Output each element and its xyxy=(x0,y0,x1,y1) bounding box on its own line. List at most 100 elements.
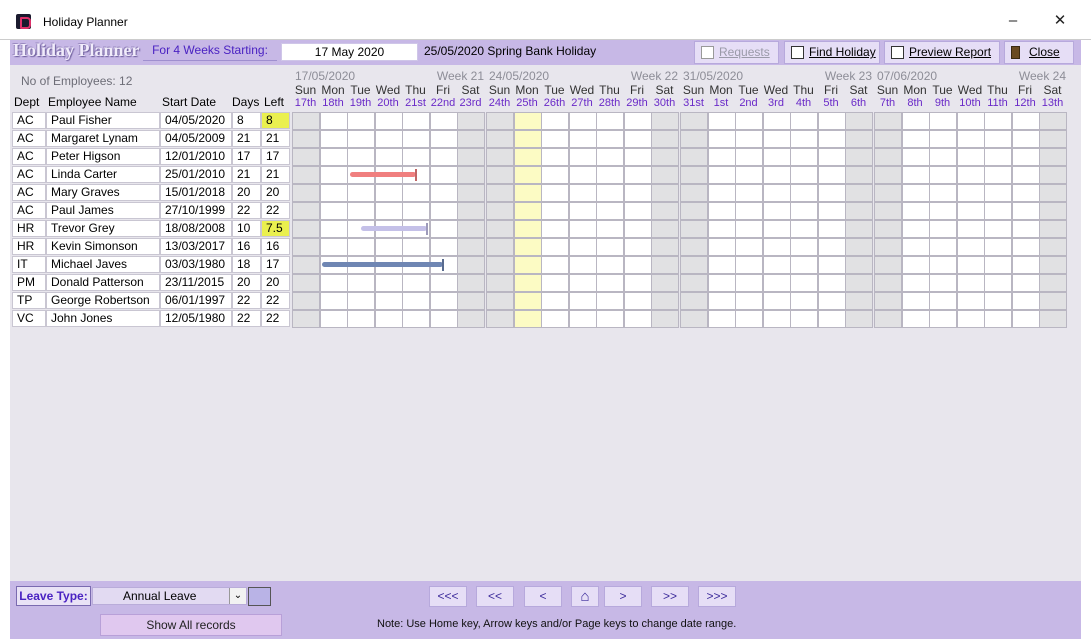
day-cell[interactable] xyxy=(374,202,403,220)
day-cell[interactable] xyxy=(1039,292,1067,310)
day-cell[interactable] xyxy=(596,238,624,256)
day-cell[interactable] xyxy=(929,274,957,292)
day-cell[interactable] xyxy=(457,130,485,148)
show-all-records-button[interactable]: Show All records xyxy=(100,614,282,636)
day-cell[interactable] xyxy=(984,130,1012,148)
day-cell[interactable] xyxy=(874,256,902,274)
day-cell[interactable] xyxy=(1011,274,1040,292)
day-cell[interactable] xyxy=(845,256,873,274)
day-cell[interactable] xyxy=(845,238,873,256)
day-cell[interactable] xyxy=(596,220,624,238)
day-cell[interactable] xyxy=(790,256,818,274)
day-cell[interactable] xyxy=(845,274,873,292)
day-cell[interactable] xyxy=(347,274,375,292)
day-cell[interactable] xyxy=(1039,274,1067,292)
day-cell[interactable] xyxy=(513,202,542,220)
day-cell[interactable] xyxy=(347,202,375,220)
day-cell[interactable] xyxy=(901,112,930,130)
day-cell[interactable] xyxy=(457,148,485,166)
day-cell[interactable] xyxy=(707,166,736,184)
day-cell[interactable] xyxy=(541,256,569,274)
day-cell[interactable] xyxy=(541,292,569,310)
day-cell[interactable] xyxy=(929,202,957,220)
day-cell[interactable] xyxy=(513,166,542,184)
day-cell[interactable] xyxy=(929,148,957,166)
day-cell[interactable] xyxy=(292,292,320,310)
day-cell[interactable] xyxy=(568,310,597,328)
day-cell[interactable] xyxy=(1039,256,1067,274)
day-cell[interactable] xyxy=(707,202,736,220)
day-cell[interactable] xyxy=(874,292,902,310)
day-cell[interactable] xyxy=(429,310,458,328)
day-cell[interactable] xyxy=(817,274,846,292)
day-cell[interactable] xyxy=(429,166,458,184)
day-cell[interactable] xyxy=(486,148,514,166)
day-cell[interactable] xyxy=(486,112,514,130)
day-cell[interactable] xyxy=(984,148,1012,166)
day-cell[interactable] xyxy=(596,274,624,292)
day-cell[interactable] xyxy=(319,202,348,220)
day-cell[interactable] xyxy=(874,148,902,166)
day-cell[interactable] xyxy=(845,112,873,130)
day-cell[interactable] xyxy=(680,292,708,310)
day-cell[interactable] xyxy=(292,130,320,148)
day-cell[interactable] xyxy=(486,292,514,310)
day-cell[interactable] xyxy=(762,130,791,148)
day-cell[interactable] xyxy=(762,274,791,292)
day-cell[interactable] xyxy=(735,112,763,130)
day-cell[interactable] xyxy=(1039,130,1067,148)
day-cell[interactable] xyxy=(956,148,985,166)
day-cell[interactable] xyxy=(680,310,708,328)
day-cell[interactable] xyxy=(790,274,818,292)
day-cell[interactable] xyxy=(790,166,818,184)
day-cell[interactable] xyxy=(1011,166,1040,184)
day-cell[interactable] xyxy=(596,292,624,310)
day-cell[interactable] xyxy=(623,112,652,130)
day-cell[interactable] xyxy=(956,274,985,292)
day-cell[interactable] xyxy=(735,148,763,166)
day-cell[interactable] xyxy=(680,112,708,130)
day-cell[interactable] xyxy=(901,238,930,256)
day-cell[interactable] xyxy=(374,238,403,256)
day-cell[interactable] xyxy=(651,238,679,256)
day-cell[interactable] xyxy=(347,292,375,310)
day-cell[interactable] xyxy=(457,238,485,256)
day-cell[interactable] xyxy=(929,184,957,202)
day-cell[interactable] xyxy=(513,256,542,274)
day-cell[interactable] xyxy=(680,166,708,184)
day-cell[interactable] xyxy=(984,220,1012,238)
leave-booking-bar[interactable] xyxy=(349,172,416,177)
day-cell[interactable] xyxy=(984,256,1012,274)
day-cell[interactable] xyxy=(486,220,514,238)
day-cell[interactable] xyxy=(651,256,679,274)
day-cell[interactable] xyxy=(790,202,818,220)
day-cell[interactable] xyxy=(1039,220,1067,238)
day-cell[interactable] xyxy=(929,238,957,256)
day-cell[interactable] xyxy=(735,256,763,274)
day-cell[interactable] xyxy=(929,112,957,130)
day-cell[interactable] xyxy=(1039,238,1067,256)
preview-report-button[interactable]: Preview Report xyxy=(884,41,1000,64)
day-cell[interactable] xyxy=(568,220,597,238)
day-cell[interactable] xyxy=(513,148,542,166)
day-cell[interactable] xyxy=(319,112,348,130)
day-cell[interactable] xyxy=(513,112,542,130)
day-cell[interactable] xyxy=(680,256,708,274)
day-cell[interactable] xyxy=(486,166,514,184)
day-cell[interactable] xyxy=(874,310,902,328)
day-cell[interactable] xyxy=(292,148,320,166)
day-cell[interactable] xyxy=(984,112,1012,130)
day-cell[interactable] xyxy=(651,148,679,166)
day-cell[interactable] xyxy=(347,112,375,130)
day-cell[interactable] xyxy=(762,310,791,328)
day-cell[interactable] xyxy=(762,220,791,238)
day-cell[interactable] xyxy=(707,112,736,130)
day-cell[interactable] xyxy=(984,166,1012,184)
day-cell[interactable] xyxy=(762,202,791,220)
day-cell[interactable] xyxy=(956,256,985,274)
day-cell[interactable] xyxy=(457,274,485,292)
day-cell[interactable] xyxy=(651,184,679,202)
day-cell[interactable] xyxy=(568,184,597,202)
day-cell[interactable] xyxy=(568,166,597,184)
close-button[interactable]: Close xyxy=(1004,41,1074,64)
